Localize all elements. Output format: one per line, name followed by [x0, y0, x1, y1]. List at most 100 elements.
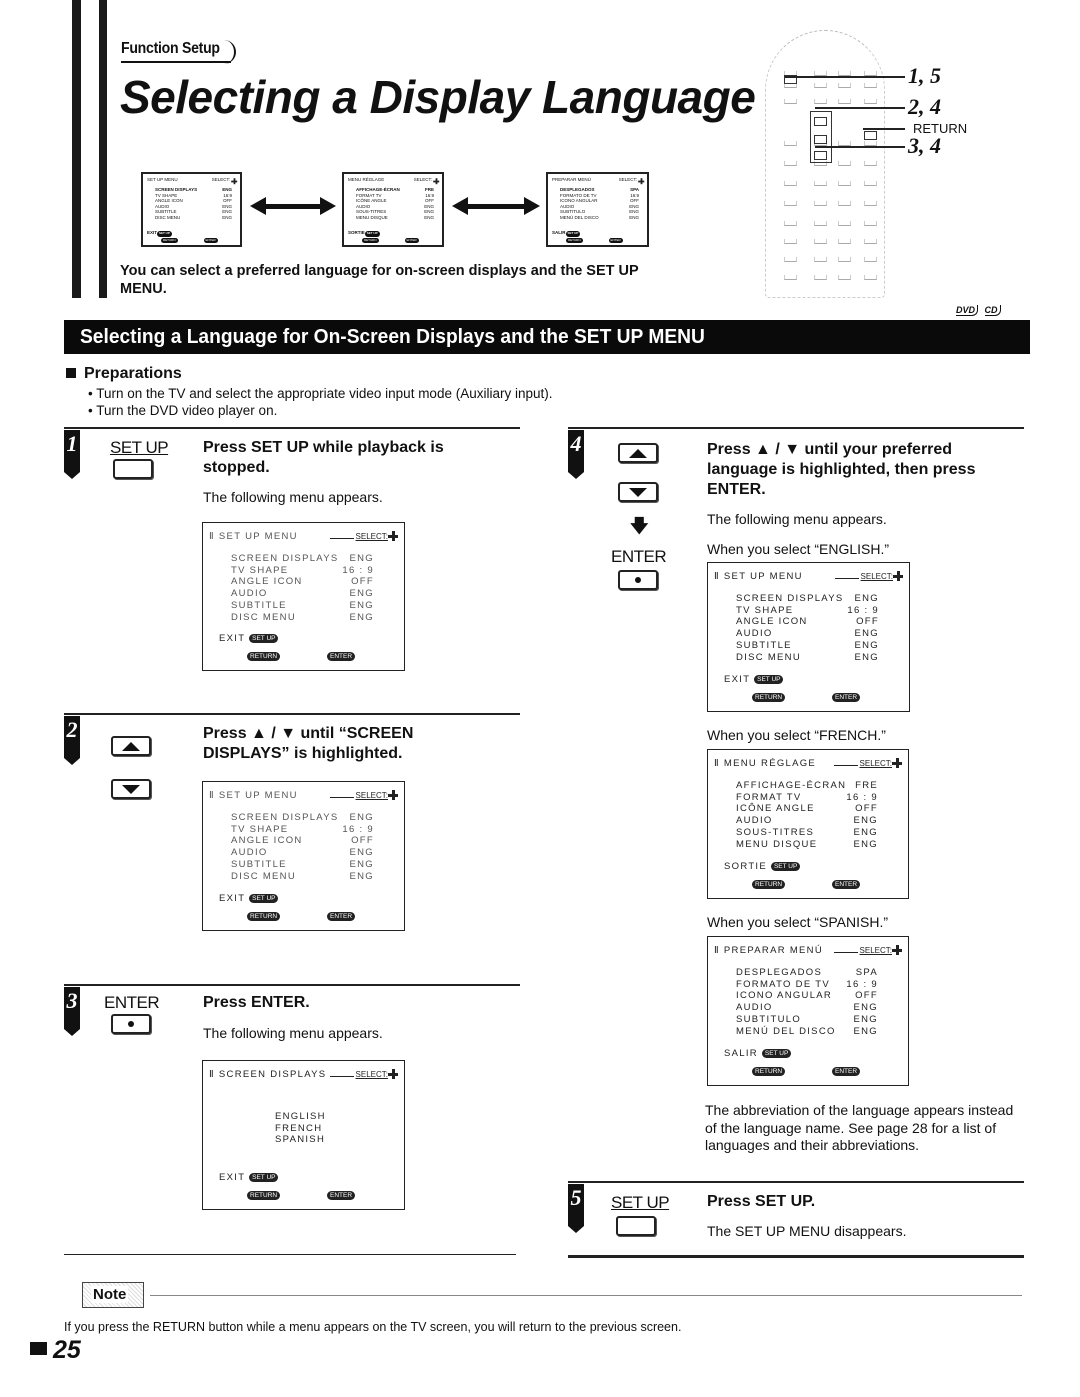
menu-select-hint: SELECT: — [834, 945, 902, 956]
return-pill-wrap: RETURN — [752, 1066, 786, 1077]
menu-row-label: MENÚ DEL DISCO — [736, 1025, 836, 1037]
language-list: ENGLISH FRENCH SPANISH — [275, 1111, 326, 1146]
enter-button-label: ENTER — [611, 547, 667, 566]
menu-row-value: 16 : 9 — [847, 604, 879, 616]
cross-key-icon — [892, 945, 902, 956]
menu-row-label: FORMAT TV — [736, 791, 802, 803]
menu-row-value: FRE — [855, 780, 878, 791]
menu-row: AUDIO ENG — [231, 588, 374, 600]
menu-row: DISC MENU ENG — [736, 652, 879, 664]
menu-row-value: ENG — [854, 628, 879, 640]
exit-label: SALIR — [724, 1048, 758, 1059]
step-1-heading: Press SET UP while playback is stopped. — [203, 439, 444, 476]
menu-row-label: SUBTITLE — [231, 599, 287, 611]
enter-pill-wrap: ENTER — [327, 651, 356, 662]
menu-title-text: SET UP MENU — [218, 531, 298, 542]
double-arrow-icon — [452, 197, 540, 215]
menu-title: SET UP MENU — [147, 177, 178, 182]
remote-button — [838, 83, 851, 88]
select-label: SELECT: — [834, 759, 892, 768]
remote-button — [784, 99, 797, 104]
page-number-value: 25 — [53, 1336, 81, 1364]
menu-row: TV SHAPE 16 : 9 — [736, 605, 879, 617]
select-label: SELECT: — [330, 791, 388, 800]
disc-type-badges: DVD CD — [952, 305, 1001, 316]
menu-row-value: ENG — [854, 651, 879, 663]
remote-button — [864, 221, 877, 226]
return-pill-wrap: RETURN — [247, 651, 281, 662]
exit-label: EXIT — [219, 1172, 246, 1183]
setup-button-label: SET UP — [110, 438, 169, 457]
preview-menu-french: MENU RÉGLAGE SELECT: AFFICHAGE-ÉCRAN FRE FOR… — [342, 172, 444, 247]
step-divider — [64, 427, 520, 429]
menu-row: DISC MENU ENG — [147, 215, 236, 221]
return-pill-wrap: RETURN — [752, 879, 786, 890]
step-3-text: The following menu appears. — [203, 1025, 383, 1041]
enter-pill-wrap: ENTER — [832, 879, 861, 890]
remote-button — [784, 181, 797, 186]
select-label: SELECT: — [835, 572, 893, 581]
remote-button — [814, 181, 827, 186]
step-2-heading: Press ▲ / ▼ until “SCREEN DISPLAYS” is h… — [203, 725, 414, 762]
remote-button — [838, 275, 851, 280]
setup-button-label: SET UP — [611, 1193, 670, 1212]
menu-row-label: ANGLE ICON — [736, 616, 808, 628]
menu-row-value: ENG — [349, 599, 374, 611]
remote-button — [838, 181, 851, 186]
exit-label: EXIT — [147, 230, 158, 235]
menu-title-text: SCREEN DISPLAYS — [218, 1069, 327, 1080]
menu-select-hint: SELECT: — [330, 531, 398, 542]
return-pill-wrap: RETURN — [752, 692, 786, 703]
menu-row-value: OFF — [351, 835, 374, 847]
menu-title: PREPARAR MENÚ — [552, 177, 591, 182]
cross-key-icon — [433, 178, 440, 185]
cross-key-icon — [892, 758, 902, 769]
section-title: Selecting a Language for On-Screen Displ… — [80, 326, 705, 348]
menu-row: FORMATO DE TV 16 : 9 — [736, 979, 878, 991]
breadcrumb-bracket — [224, 40, 236, 64]
menu-footer-pills: RETURN ENTER — [147, 237, 236, 243]
menu-row-value: ENG — [853, 1025, 878, 1037]
remote-button — [864, 257, 877, 262]
enter-pill: ENTER — [832, 879, 861, 889]
menu-row: DESPLEGADOS SPA — [736, 967, 878, 979]
setup-pill: SET UP — [770, 861, 801, 871]
menu-row-value: ENG — [349, 553, 374, 564]
remote-button — [814, 257, 827, 262]
menu-row-label: SOUS-TITRES — [736, 826, 815, 838]
remote-button — [864, 181, 877, 186]
page-number: 25 — [30, 1336, 81, 1365]
remote-button — [838, 201, 851, 206]
menu-exit: SALIR SET UP — [724, 1048, 792, 1059]
menu-footer-pills: RETURN ENTER — [348, 237, 438, 243]
enter-pill: ENTER — [327, 1190, 356, 1200]
menu-row-label: DISC MENU — [231, 611, 297, 623]
select-label: SELECT: — [330, 532, 388, 541]
return-pill-wrap: RETURN — [247, 911, 281, 922]
remote-button — [784, 275, 797, 280]
menu-row: MENU DISQUE ENG — [736, 839, 878, 851]
menu-row-value: OFF — [351, 576, 374, 588]
enter-button-icon — [618, 570, 658, 590]
caption-french: When you select “FRENCH.” — [707, 727, 886, 743]
margin-bar — [72, 0, 81, 298]
remote-button — [838, 239, 851, 244]
menu-row-label: DISC MENU — [231, 870, 297, 882]
menu-row: SUBTITULO ENG — [736, 1014, 878, 1026]
menu-row-label: DESPLEGADOS — [736, 967, 823, 978]
square-bullet-icon — [30, 1342, 47, 1355]
return-pill: RETURN — [161, 237, 178, 243]
remote-button — [814, 239, 827, 244]
enter-pill: ENTER — [404, 237, 419, 243]
menu-row: AUDIO ENG — [231, 847, 374, 859]
menu-row: SCREEN DISPLAYS ENG — [231, 553, 374, 565]
menu-row-value: ENG — [349, 611, 374, 623]
menu-row: ANGLE ICON OFF — [736, 616, 879, 628]
breadcrumb-underline — [121, 61, 231, 63]
menu-row: AUDIO ENG — [736, 815, 878, 827]
menu-title-text: PREPARAR MENÚ — [723, 945, 823, 956]
arrow-down-icon: 🡇 — [630, 516, 649, 536]
return-pill: RETURN — [752, 1066, 786, 1076]
menu-header: Ⅱ SET UP MENU SELECT: — [209, 790, 398, 801]
menu-row-value: OFF — [856, 616, 879, 628]
